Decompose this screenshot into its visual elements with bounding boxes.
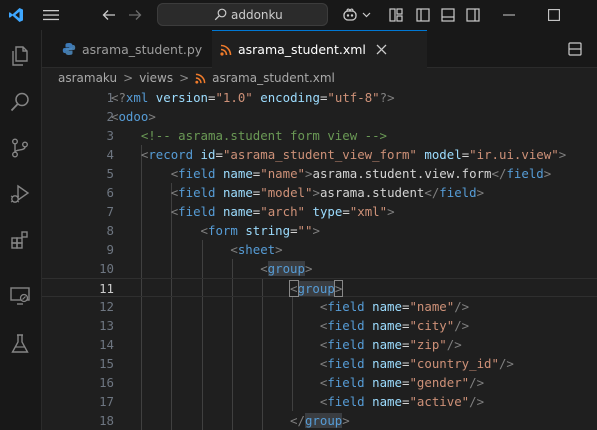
back-arrow-icon[interactable]	[100, 0, 118, 30]
code-line[interactable]: 7 <field name="arch" type="xml">	[42, 202, 597, 221]
line-number: 16	[99, 375, 114, 390]
code-line[interactable]: 6 <field name="model">asrama.student</fi…	[42, 183, 597, 202]
source-control-icon[interactable]	[0, 128, 40, 168]
code-line[interactable]: 9 <sheet>	[42, 240, 597, 259]
code-text: <group>	[260, 261, 313, 276]
code-text: <field name="active"/>	[319, 394, 485, 409]
line-number: 18	[99, 413, 114, 428]
code-line[interactable]: 16 <field name="gender"/>	[42, 373, 597, 392]
code-text: <field name="arch" type="xml">	[170, 204, 395, 219]
code-line[interactable]: 2 <odoo>	[42, 107, 597, 126]
line-number: 12	[99, 299, 114, 314]
code-line[interactable]: 18 </group>	[42, 411, 597, 430]
code-text: <field name="name"/>	[319, 299, 470, 314]
code-text: <?xml version="1.0" encoding="utf-8"?>	[111, 90, 395, 105]
code-text: <field name="country_id"/>	[319, 356, 514, 371]
chevron-down-icon[interactable]	[360, 0, 372, 30]
code-text: <form string="">	[200, 223, 320, 238]
code-line[interactable]: 14 <field name="zip"/>	[42, 335, 597, 354]
breadcrumb-item[interactable]: asrama_student.xml	[212, 71, 335, 85]
code-text: <field name="model">asrama.student</fiel…	[170, 185, 485, 200]
toggle-panel-icon[interactable]	[438, 0, 458, 30]
code-line[interactable]: 13 <field name="city"/>	[42, 316, 597, 335]
code-line[interactable]: 10 <group>	[42, 259, 597, 278]
search-icon	[214, 8, 227, 21]
line-number: 13	[99, 318, 114, 333]
rss-xml-icon	[195, 73, 206, 84]
line-number: 7	[106, 204, 114, 219]
line-number: 11	[99, 281, 114, 296]
remote-explorer-icon[interactable]	[0, 276, 40, 316]
tab-asrama-student-py[interactable]: asrama_student.py	[54, 30, 212, 68]
toggle-primary-sidebar-icon[interactable]	[413, 0, 433, 30]
line-number: 15	[99, 356, 114, 371]
code-line[interactable]: 4 <record id="asrama_student_view_form" …	[42, 145, 597, 164]
line-number: 3	[106, 128, 114, 143]
close-icon[interactable]	[376, 44, 387, 55]
activity-bar	[0, 30, 42, 430]
minimize-icon[interactable]	[495, 0, 523, 30]
code-text: <group>	[288, 280, 344, 297]
breadcrumb-separator: >	[179, 71, 190, 85]
code-line[interactable]: 11 <group>	[42, 278, 597, 297]
line-number: 17	[99, 394, 114, 409]
tab-label: asrama_student.xml	[238, 42, 366, 57]
breadcrumb-item[interactable]: views	[139, 71, 173, 85]
breadcrumb-separator: >	[123, 71, 134, 85]
customize-layout-icon[interactable]	[386, 0, 406, 30]
title-bar: addonku	[0, 0, 597, 30]
breadcrumb-item[interactable]: asramaku	[58, 71, 117, 85]
code-text: <field name="name">asrama.student.view.f…	[170, 166, 552, 181]
breadcrumb: asramaku > views > asrama_student.xml	[58, 68, 335, 88]
line-number: 1	[106, 90, 114, 105]
code-line[interactable]: 3 <!-- asrama.student form view -->	[42, 126, 597, 145]
code-text: <odoo>	[111, 109, 156, 124]
search-icon[interactable]	[0, 82, 40, 122]
code-text: <field name="city"/>	[319, 318, 470, 333]
line-number: 2	[106, 109, 114, 124]
tab-label: asrama_student.py	[82, 41, 203, 57]
line-number: 6	[106, 185, 114, 200]
line-number: 10	[99, 261, 114, 276]
line-number: 5	[106, 166, 114, 181]
testing-icon[interactable]	[0, 324, 40, 364]
forward-arrow-icon[interactable]	[126, 0, 144, 30]
explorer-icon[interactable]	[0, 36, 40, 76]
code-line[interactable]: 17 <field name="active"/>	[42, 392, 597, 411]
code-line[interactable]: 5 <field name="name">asrama.student.view…	[42, 164, 597, 183]
menu-icon[interactable]	[40, 0, 62, 30]
vscode-logo-icon	[4, 0, 28, 30]
python-icon	[62, 42, 76, 56]
toggle-secondary-sidebar-icon[interactable]	[463, 0, 483, 30]
line-number: 9	[106, 242, 114, 257]
copilot-icon[interactable]	[340, 0, 360, 30]
code-text: <sheet>	[230, 242, 283, 257]
line-number: 14	[99, 337, 114, 352]
code-text: <!-- asrama.student form view -->	[140, 128, 388, 143]
extensions-icon[interactable]	[0, 220, 40, 260]
search-text: addonku	[231, 7, 283, 22]
tab-asrama-student-xml[interactable]: asrama_student.xml	[212, 30, 427, 68]
line-number: 8	[106, 223, 114, 238]
code-line[interactable]: 8 <form string="">	[42, 221, 597, 240]
code-line[interactable]: 1 <?xml version="1.0" encoding="utf-8"?>	[42, 88, 597, 107]
run-debug-icon[interactable]	[0, 174, 40, 214]
code-editor[interactable]: 1 <?xml version="1.0" encoding="utf-8"?> 2…	[42, 88, 597, 430]
command-center-search[interactable]: addonku	[157, 3, 328, 26]
rss-xml-icon	[220, 44, 232, 56]
code-line[interactable]: 15 <field name="country_id"/>	[42, 354, 597, 373]
code-text: <field name="zip"/>	[319, 337, 462, 352]
code-text: <field name="gender"/>	[319, 375, 485, 390]
split-editor-icon[interactable]	[565, 30, 585, 68]
code-line[interactable]: 12 <field name="name"/>	[42, 297, 597, 316]
maximize-icon[interactable]	[540, 0, 568, 30]
code-text: <record id="asrama_student_view_form" mo…	[140, 147, 567, 162]
line-number: 4	[106, 147, 114, 162]
code-text: </group>	[290, 413, 350, 428]
editor-tab-bar: asrama_student.py asrama_student.xml	[42, 30, 597, 68]
